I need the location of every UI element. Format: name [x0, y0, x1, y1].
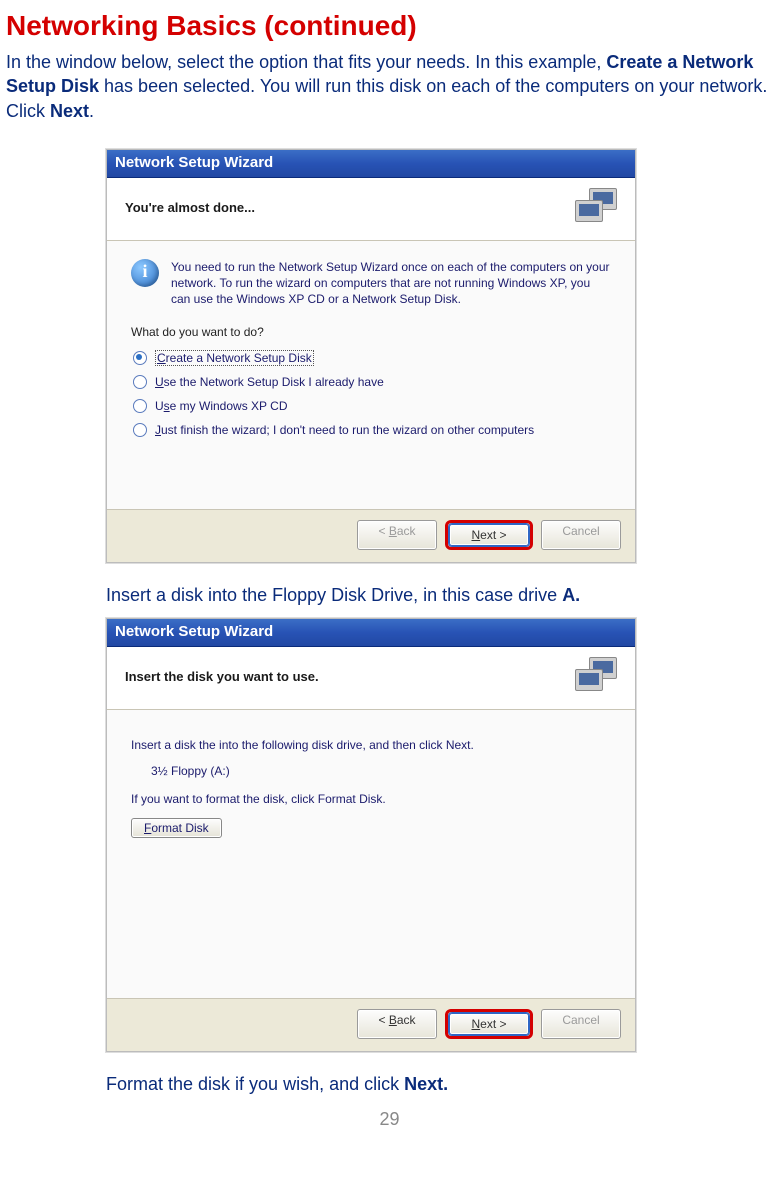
- button-row: < Back Next > Cancel: [107, 998, 635, 1051]
- caption-format-next: Format the disk if you wish, and click N…: [106, 1074, 773, 1095]
- button-row: < Back Next > Cancel: [107, 509, 635, 562]
- wizard-header-text: You're almost done...: [125, 200, 255, 215]
- page-title: Networking Basics (continued): [6, 10, 773, 42]
- titlebar: Network Setup Wizard: [107, 619, 635, 647]
- drive-label: 3½ Floppy (A:): [151, 764, 611, 778]
- instruction-text: Insert a disk the into the following dis…: [131, 738, 611, 752]
- back-button[interactable]: < Back: [357, 520, 437, 550]
- page-number: 29: [6, 1109, 773, 1130]
- info-icon: [131, 259, 159, 287]
- wizard-header: You're almost done...: [107, 178, 635, 241]
- wizard-window-1: Network Setup Wizard You're almost done.…: [106, 149, 636, 563]
- radio-option-use-existing[interactable]: Use the Network Setup Disk I already hav…: [133, 375, 611, 389]
- radio-option-use-cd[interactable]: Use my Windows XP CD: [133, 399, 611, 413]
- cancel-button[interactable]: Cancel: [541, 520, 621, 550]
- network-computers-icon: [575, 657, 621, 697]
- radio-option-create-disk[interactable]: Create a Network Setup Disk: [133, 351, 611, 365]
- next-button[interactable]: Next >: [449, 1013, 529, 1035]
- radio-icon: [133, 351, 147, 365]
- radio-icon: [133, 423, 147, 437]
- caption-insert-disk: Insert a disk into the Floppy Disk Drive…: [106, 585, 773, 606]
- prompt-text: What do you want to do?: [131, 325, 611, 339]
- format-instruction: If you want to format the disk, click Fo…: [131, 792, 611, 806]
- info-text: You need to run the Network Setup Wizard…: [171, 259, 611, 308]
- cancel-button[interactable]: Cancel: [541, 1009, 621, 1039]
- wizard-body: Insert a disk the into the following dis…: [107, 710, 635, 998]
- radio-icon: [133, 399, 147, 413]
- radio-group: Create a Network Setup Disk Use the Netw…: [133, 351, 611, 437]
- titlebar: Network Setup Wizard: [107, 150, 635, 178]
- wizard-header: Insert the disk you want to use.: [107, 647, 635, 710]
- wizard-window-2: Network Setup Wizard Insert the disk you…: [106, 618, 636, 1052]
- next-button[interactable]: Next >: [449, 524, 529, 546]
- radio-icon: [133, 375, 147, 389]
- wizard-body: You need to run the Network Setup Wizard…: [107, 241, 635, 509]
- intro-text: In the window below, select the option t…: [6, 50, 773, 123]
- next-button-highlight: Next >: [445, 1009, 533, 1039]
- back-button[interactable]: < Back: [357, 1009, 437, 1039]
- network-computers-icon: [575, 188, 621, 228]
- wizard-header-text: Insert the disk you want to use.: [125, 669, 319, 684]
- format-disk-button[interactable]: Format Disk: [131, 818, 222, 838]
- radio-option-finish[interactable]: Just finish the wizard; I don't need to …: [133, 423, 611, 437]
- next-button-highlight: Next >: [445, 520, 533, 550]
